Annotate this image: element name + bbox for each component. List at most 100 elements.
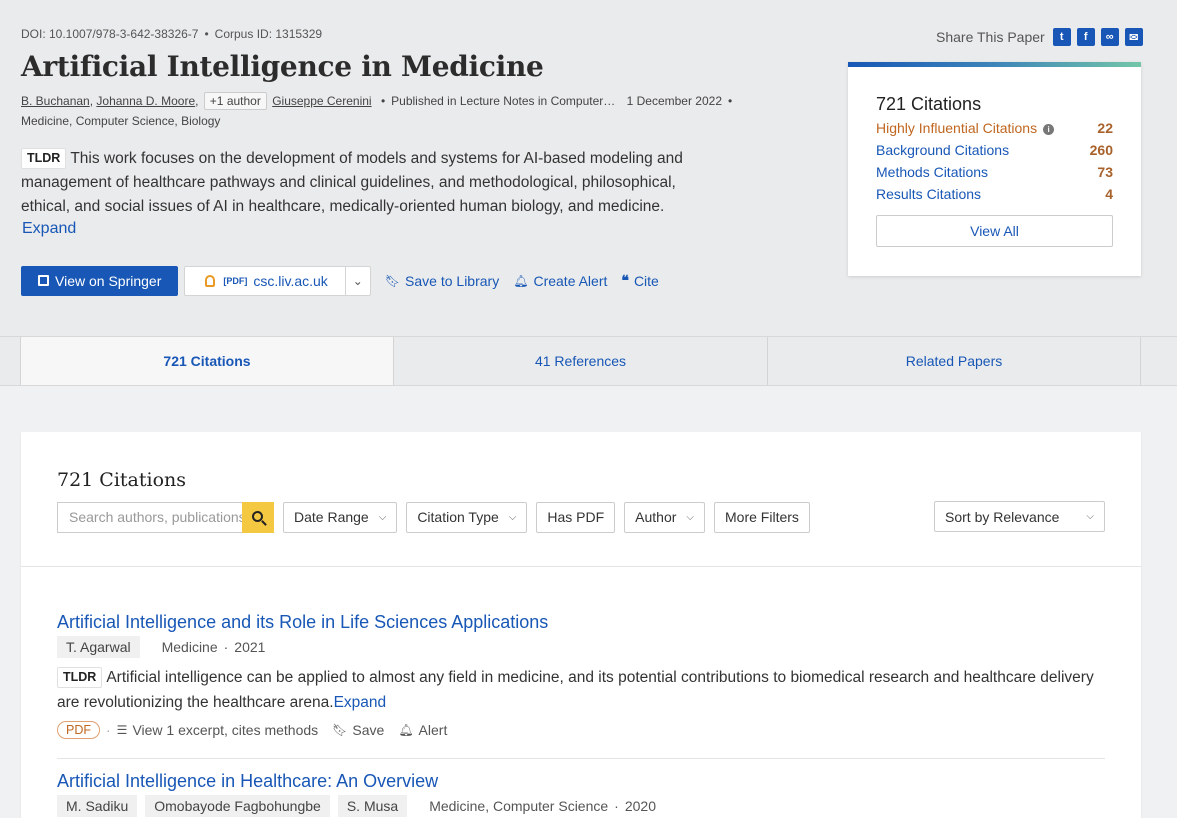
email-icon[interactable]: ✉	[1124, 28, 1143, 46]
result-actions: PDF · ☰ View 1 excerpt, cites methods 🔖︎ S…	[57, 721, 1105, 739]
result-year: 2021	[234, 639, 266, 655]
sort-select[interactable]: Sort by Relevance ⌵	[934, 501, 1105, 532]
search-button[interactable]	[242, 501, 274, 533]
share-bar: Share This Paper t f ∞ ✉	[936, 28, 1143, 46]
fields-of-study: Medicine, Computer Science, Biology	[21, 114, 221, 128]
result-author[interactable]: M. Sadiku	[57, 795, 138, 817]
result-title-link[interactable]: Artificial Intelligence in Healthcare: A…	[57, 771, 438, 791]
stat-value: 73	[1097, 164, 1113, 180]
result-year: 2020	[624, 798, 656, 814]
pdf-label: [PDF]	[223, 275, 248, 286]
result-venue: Medicine, Computer Science	[429, 798, 609, 814]
alert-label: Create Alert	[533, 272, 608, 289]
filter-label: Date Range	[294, 509, 369, 525]
pdf-dropdown-toggle[interactable]: ⌄	[346, 274, 370, 288]
doi: DOI: 10.1007/978-3-642-38326-7	[21, 27, 199, 41]
bell-icon: 🔔︎	[398, 723, 414, 737]
view-button-label: View on Springer	[55, 272, 162, 289]
citation-type-filter[interactable]: Citation Type ⌵	[406, 501, 528, 533]
view-excerpt-button[interactable]: ☰ View 1 excerpt, cites methods	[117, 722, 318, 738]
divider	[57, 758, 1105, 759]
citation-stat-row[interactable]: Methods Citations 73	[876, 164, 1113, 180]
author-link[interactable]: Johanna D. Moore	[96, 94, 195, 108]
alert-button[interactable]: 🔔︎ Alert	[398, 722, 447, 738]
view-all-button[interactable]: View All	[876, 215, 1113, 247]
create-alert-button[interactable]: 🔔︎ Create Alert	[513, 273, 607, 289]
citation-stat-row[interactable]: Results Citations 4	[876, 186, 1113, 202]
filter-bar: Search authors, publications Date Range ⌵…	[57, 501, 810, 533]
list-icon: ☰	[116, 723, 128, 737]
chevron-down-icon: ⌵	[686, 511, 695, 523]
expand-link[interactable]: Expand	[334, 694, 387, 711]
result-author[interactable]: S. Musa	[337, 795, 408, 817]
sort-label: Sort by Relevance	[945, 508, 1060, 525]
chevron-down-icon: ⌵	[1086, 511, 1094, 522]
bookmark-icon: 🔖︎	[384, 273, 401, 288]
stat-value: 260	[1089, 142, 1113, 158]
tldr-abstract: TLDR This work focuses on the development…	[21, 147, 721, 219]
search-input[interactable]: Search authors, publications	[57, 501, 242, 533]
stat-label: Results Citations	[876, 186, 982, 202]
view-on-springer-button[interactable]: View on Springer	[21, 265, 179, 296]
result-venue: Medicine	[161, 639, 218, 655]
pdf-source: csc.liv.ac.uk	[253, 272, 328, 289]
has-pdf-filter[interactable]: Has PDF	[536, 501, 616, 533]
date-range-filter[interactable]: Date Range ⌵	[283, 501, 398, 533]
expand-link[interactable]: Expand	[22, 220, 76, 238]
result-tldr-text: Artificial intelligence can be applied t…	[57, 669, 1094, 711]
author-link[interactable]: B. Buchanan	[21, 94, 90, 108]
twitter-icon[interactable]: t	[1052, 28, 1071, 46]
paper-actions: View on Springer [PDF] csc.liv.ac.uk ⌄ 🔖…	[21, 265, 659, 296]
bookmark-icon: 🔖︎	[332, 723, 348, 737]
tab-related-papers[interactable]: Related Papers	[768, 337, 1141, 385]
excerpt-label: View 1 excerpt, cites methods	[132, 722, 319, 738]
save-to-library-button[interactable]: 🔖︎ Save to Library	[385, 273, 499, 289]
result-item: Artificial Intelligence in Healthcare: A…	[57, 771, 1105, 817]
result-meta: M. Sadiku Omobayode Fagbohungbe S. Musa …	[57, 795, 1105, 817]
save-button[interactable]: 🔖︎ Save	[332, 722, 384, 738]
tldr-text: This work focuses on the development of …	[21, 150, 683, 215]
result-tldr: TLDR Artificial intelligence can be appli…	[57, 665, 1105, 715]
cite-label: Cite	[633, 272, 659, 289]
open-access-lock-icon	[205, 274, 216, 287]
pdf-link-button[interactable]: [PDF] csc.liv.ac.uk	[185, 266, 346, 295]
stat-value: 4	[1105, 186, 1113, 202]
more-filters-button[interactable]: More Filters	[714, 501, 810, 533]
result-title-link[interactable]: Artificial Intelligence and its Role in …	[57, 612, 548, 632]
link-icon[interactable]: ∞	[1100, 28, 1119, 46]
citations-card: 721 Citations Highly Influential Citatio…	[848, 62, 1141, 276]
info-icon[interactable]: i	[1043, 124, 1055, 135]
facebook-icon[interactable]: f	[1076, 28, 1095, 46]
stat-label: Background Citations	[876, 142, 1010, 158]
bell-icon: 🔔︎	[513, 273, 529, 288]
author-list: B. Buchanan, Johanna D. Moore, +1 author…	[21, 92, 733, 110]
pdf-badge[interactable]: PDF	[57, 721, 100, 739]
cite-button[interactable]: ❝ Cite	[621, 272, 658, 289]
citations-heading: 721 Citations	[57, 469, 187, 491]
author-link[interactable]: Giuseppe Cerenini	[272, 94, 371, 108]
tab-references[interactable]: 41 References	[394, 337, 768, 385]
publication-date: 1 December 2022	[626, 94, 722, 108]
card-accent-bar	[848, 62, 1141, 67]
stat-label: Methods Citations	[876, 164, 989, 180]
tab-citations[interactable]: 721 Citations	[20, 337, 394, 385]
result-author[interactable]: T. Agarwal	[57, 636, 140, 658]
more-authors-button[interactable]: +1 author	[203, 92, 267, 110]
quote-icon: ❝	[621, 272, 629, 288]
save-label: Save to Library	[405, 272, 500, 289]
citations-card-title: 721 Citations	[876, 94, 982, 114]
citation-stat-row[interactable]: Background Citations 260	[876, 142, 1113, 158]
tldr-tag: TLDR	[57, 667, 103, 688]
citations-panel: 721 Citations Search authors, publicatio…	[21, 432, 1141, 818]
save-label: Save	[352, 722, 385, 738]
corpus-id: Corpus ID: 1315329	[214, 27, 323, 41]
venue[interactable]: Published in Lecture Notes in Computer…	[391, 94, 615, 108]
author-filter[interactable]: Author ⌵	[624, 501, 706, 533]
filter-label: Author	[635, 509, 677, 525]
chevron-down-icon: ⌵	[378, 511, 387, 523]
pdf-link-group: [PDF] csc.liv.ac.uk ⌄	[184, 265, 371, 296]
share-label: Share This Paper	[936, 29, 1045, 45]
result-author[interactable]: Omobayode Fagbohungbe	[145, 795, 330, 817]
chevron-down-icon: ⌵	[508, 511, 517, 523]
citation-stat-row[interactable]: Highly Influential Citations i 22	[876, 120, 1113, 136]
